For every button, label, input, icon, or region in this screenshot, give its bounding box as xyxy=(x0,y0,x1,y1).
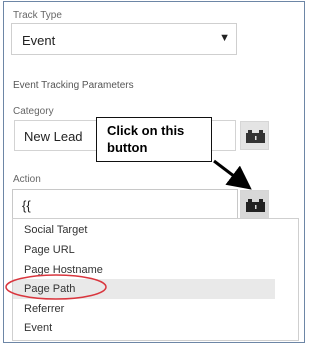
category-variable-button[interactable] xyxy=(240,121,269,150)
dropdown-item-referrer[interactable]: Referrer xyxy=(13,299,275,319)
callout-line1: Click on this xyxy=(107,123,185,138)
chevron-down-icon: ▼ xyxy=(219,32,230,44)
annotation-callout: Click on this button xyxy=(96,117,212,162)
action-label: Action xyxy=(13,174,41,185)
dropdown-item-page-url[interactable]: Page URL xyxy=(13,240,275,260)
track-type-select[interactable]: Event ▼ xyxy=(11,23,237,55)
track-type-label: Track Type xyxy=(13,10,62,21)
track-type-value: Event xyxy=(22,33,56,48)
callout-line2: button xyxy=(107,140,148,155)
brick-icon xyxy=(246,130,265,143)
brick-icon xyxy=(246,199,265,212)
action-input[interactable]: {{ xyxy=(12,189,238,220)
variable-dropdown: Social Target Page URL Page Hostname Pag… xyxy=(12,218,299,341)
dropdown-item-social-target[interactable]: Social Target xyxy=(13,220,275,240)
section-title: Event Tracking Parameters xyxy=(13,80,134,91)
dropdown-item-event[interactable]: Event xyxy=(13,318,275,338)
category-label: Category xyxy=(13,106,54,117)
category-value: New Lead xyxy=(24,129,83,144)
action-value: {{ xyxy=(22,198,31,213)
action-variable-button[interactable] xyxy=(240,190,269,219)
dropdown-item-page-path[interactable]: Page Path xyxy=(13,279,275,299)
dropdown-item-page-hostname[interactable]: Page Hostname xyxy=(13,260,275,280)
